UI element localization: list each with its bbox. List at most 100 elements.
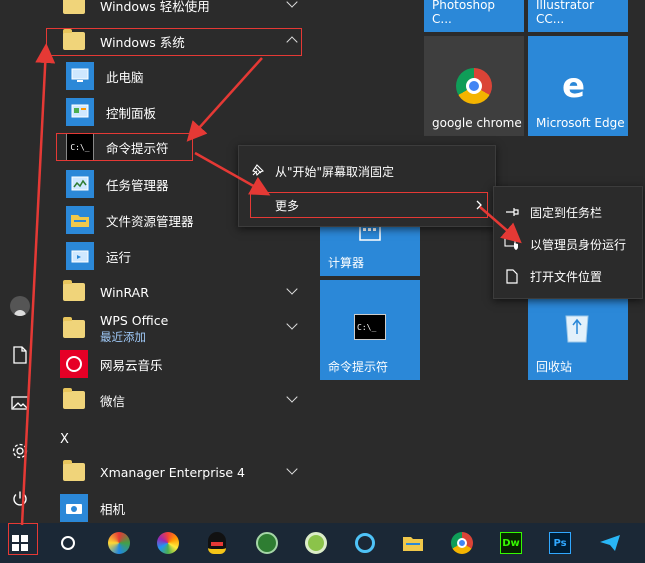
app-xmanager[interactable]: Xmanager Enterprise 4 [60, 455, 310, 489]
folder-icon [60, 386, 88, 414]
chevron-down-icon [286, 0, 298, 8]
menu-item-open-file-location[interactable]: 打开文件位置 [494, 261, 642, 291]
app-name: 网易云音乐 [100, 357, 163, 373]
app-name: WPS Office [100, 313, 169, 328]
qq-penguin-icon [208, 532, 226, 554]
menu-item-more[interactable]: 更多 [239, 190, 495, 220]
app-name: 命令提示符 [106, 140, 169, 156]
chevron-right-icon [476, 200, 482, 210]
camera-icon [60, 494, 88, 522]
unpin-icon [239, 164, 275, 178]
taskbar-dreamweaver[interactable]: Dw [495, 527, 527, 559]
power-button[interactable] [0, 477, 40, 521]
tile-command-prompt[interactable]: C:\_ 命令提示符 [320, 280, 420, 380]
app-windows-ease-of-access[interactable]: Windows 轻松使用 [60, 0, 310, 22]
menu-item-unpin-start[interactable]: 从"开始"屏幕取消固定 [239, 156, 495, 186]
settings-button[interactable] [0, 429, 40, 473]
tile-google-chrome[interactable]: google chrome [424, 36, 524, 136]
section-header-x[interactable]: X [60, 432, 69, 447]
taskbar-qq[interactable] [201, 527, 233, 559]
app-netease-music[interactable]: 网易云音乐 [60, 347, 310, 381]
tile-illustrator[interactable]: Adobe Illustrator CC... [528, 0, 628, 32]
start-rail [0, 0, 40, 523]
photoshop-icon: Ps [549, 532, 571, 554]
menu-item-label: 以管理员身份运行 [530, 237, 627, 252]
chevron-down-icon [286, 463, 298, 475]
tile-microsoft-edge[interactable]: e Microsoft Edge [528, 36, 628, 136]
user-icon [10, 296, 30, 316]
taskbar-chrome[interactable] [446, 527, 478, 559]
tile-label: Microsoft Edge [536, 116, 625, 130]
app-wechat[interactable]: 微信 [60, 383, 310, 417]
windows-logo-icon [12, 535, 28, 551]
recycle-bin-icon [565, 315, 589, 343]
document-icon [13, 346, 27, 364]
app-name: 任务管理器 [106, 177, 169, 193]
taskbar: Dw Ps [0, 523, 645, 563]
cmd-icon: C:\_ [354, 314, 386, 340]
netease-music-icon [60, 350, 88, 378]
app-name: 微信 [100, 393, 126, 409]
taskbar-app-1[interactable] [103, 527, 135, 559]
menu-item-label: 打开文件位置 [530, 269, 603, 284]
app-camera[interactable]: 相机 [60, 491, 310, 525]
app-control-panel[interactable]: 控制面板 [66, 95, 316, 129]
recently-added-label: 最近添加 [100, 330, 146, 344]
shield-icon [494, 237, 530, 251]
taskbar-file-explorer[interactable] [397, 527, 429, 559]
tile-label: Adobe Illustrator CC... [536, 0, 595, 26]
app-run[interactable]: 运行 [66, 239, 316, 273]
more-submenu: 固定到任务栏 以管理员身份运行 打开文件位置 [493, 186, 643, 299]
menu-item-run-as-admin[interactable]: 以管理员身份运行 [494, 229, 642, 259]
folder-icon [60, 458, 88, 486]
user-button[interactable] [0, 284, 40, 328]
taskbar-app-atom[interactable] [251, 527, 283, 559]
q-circle-icon [355, 533, 375, 553]
picture-icon [11, 396, 29, 410]
app-name: WinRAR [100, 284, 149, 300]
app-name: Windows 轻松使用 [100, 0, 210, 14]
folder-icon [60, 315, 88, 343]
app-name: 运行 [106, 249, 132, 265]
cortana-button[interactable] [52, 527, 84, 559]
file-explorer-icon [66, 206, 94, 234]
tile-label: 回收站 [536, 360, 573, 374]
taskbar-app-q[interactable] [349, 527, 381, 559]
gear-icon [12, 443, 28, 459]
app-this-pc[interactable]: 此电脑 [66, 59, 316, 93]
documents-button[interactable] [0, 333, 40, 377]
app-wps-office[interactable]: WPS Office 最近添加 [60, 310, 310, 348]
app-list: Windows 轻松使用 Windows 系统 此电脑 控制面板 C:\_ 命令… [40, 0, 310, 523]
dreamweaver-icon: Dw [500, 532, 522, 554]
taskbar-app-2[interactable] [152, 527, 184, 559]
chrome-icon [451, 532, 473, 554]
tile-label: google chrome [432, 116, 522, 130]
app-name: Xmanager Enterprise 4 [100, 464, 245, 480]
task-manager-icon [66, 170, 94, 198]
control-panel-icon [66, 98, 94, 126]
cmd-icon: C:\_ [66, 133, 94, 161]
menu-item-label: 固定到任务栏 [530, 205, 603, 220]
pin-icon [494, 206, 530, 218]
taskbar-send[interactable] [594, 527, 626, 559]
taskbar-photoshop[interactable]: Ps [544, 527, 576, 559]
tile-label: 计算器 [328, 256, 365, 270]
tile-label: Adobe Photoshop C... [432, 0, 496, 26]
cortana-circle-icon [61, 536, 75, 550]
app-name: Windows 系统 [100, 34, 185, 50]
app-winrar[interactable]: WinRAR [60, 275, 310, 309]
power-icon [13, 491, 27, 506]
menu-item-label: 从"开始"屏幕取消固定 [275, 164, 395, 179]
edge-icon: e [562, 66, 586, 106]
pictures-button[interactable] [0, 381, 40, 425]
folder-icon [60, 0, 88, 19]
app-name: 相机 [100, 501, 126, 517]
taskbar-app-green[interactable] [300, 527, 332, 559]
app-group-windows-system[interactable]: Windows 系统 [60, 24, 310, 58]
menu-item-pin-taskbar[interactable]: 固定到任务栏 [494, 197, 642, 227]
green-circle-icon [305, 532, 327, 554]
run-icon [66, 242, 94, 270]
chevron-down-icon [286, 283, 298, 295]
tile-photoshop[interactable]: Adobe Photoshop C... [424, 0, 524, 32]
start-button[interactable] [4, 527, 36, 559]
